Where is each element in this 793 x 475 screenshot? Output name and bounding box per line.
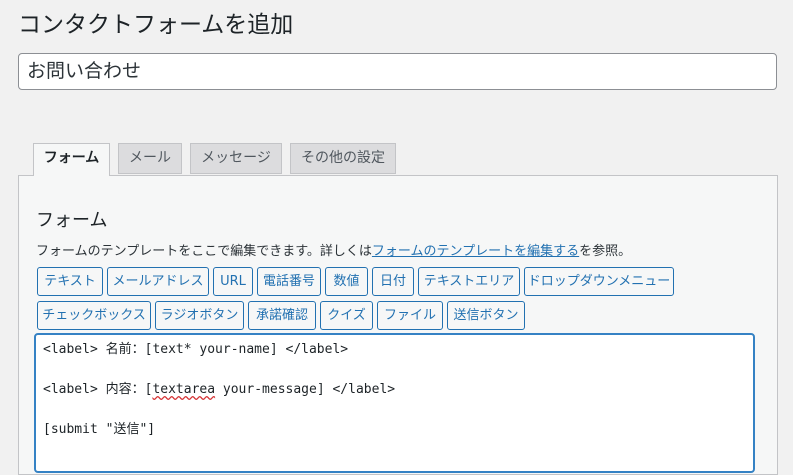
tag-button-dropdown[interactable]: ドロップダウンメニュー <box>524 267 674 296</box>
tag-button-text[interactable]: テキスト <box>37 267 103 296</box>
page-title: コンタクトフォームを追加 <box>18 12 294 38</box>
editor-line-message-prefix: <label> 内容：[ <box>43 382 153 397</box>
editor-line-name: <label> 名前：[text* your-name] </label> <box>43 342 349 357</box>
tag-button-acceptance[interactable]: 承諾確認 <box>248 301 316 330</box>
editor-line-submit: [submit "送信"] <box>43 422 156 437</box>
tab-additional-settings[interactable]: その他の設定 <box>290 143 396 174</box>
tag-button-email[interactable]: メールアドレス <box>107 267 209 296</box>
panel-description: フォームのテンプレートをここで編集できます。詳しくはフォームのテンプレートを編集… <box>36 243 631 261</box>
tag-button-tel[interactable]: 電話番号 <box>257 267 321 296</box>
description-suffix: を参照。 <box>579 244 632 259</box>
tag-button-url[interactable]: URL <box>213 267 253 296</box>
tag-button-quiz[interactable]: クイズ <box>320 301 373 330</box>
tag-button-checkbox[interactable]: チェックボックス <box>37 301 151 330</box>
tab-mail[interactable]: メール <box>118 143 182 174</box>
editor-blank-line <box>43 400 746 420</box>
tag-button-number[interactable]: 数値 <box>325 267 368 296</box>
panel-heading: フォーム <box>36 210 108 231</box>
tag-button-textarea[interactable]: テキストエリア <box>418 267 520 296</box>
tag-button-submit[interactable]: 送信ボタン <box>447 301 525 330</box>
tab-messages[interactable]: メッセージ <box>190 143 282 174</box>
tag-button-radio[interactable]: ラジオボタン <box>155 301 244 330</box>
editor-blank-line <box>43 360 746 380</box>
editor-line-message: <label> 内容：[textarea your-message] </lab… <box>43 380 746 400</box>
tab-form[interactable]: フォーム <box>33 143 110 176</box>
spellcheck-flagged-word: textarea <box>152 382 216 397</box>
form-title-input[interactable]: お問い合わせ <box>18 53 777 90</box>
tag-button-date[interactable]: 日付 <box>372 267 414 296</box>
description-prefix: フォームのテンプレートをここで編集できます。詳しくは <box>36 244 372 259</box>
edit-template-link[interactable]: フォームのテンプレートを編集する <box>372 244 579 259</box>
form-template-editor[interactable]: <label> 名前：[text* your-name] </label> <l… <box>34 333 755 473</box>
editor-line-message-suffix: your-message] </label> <box>215 382 396 397</box>
tag-button-file[interactable]: ファイル <box>377 301 443 330</box>
